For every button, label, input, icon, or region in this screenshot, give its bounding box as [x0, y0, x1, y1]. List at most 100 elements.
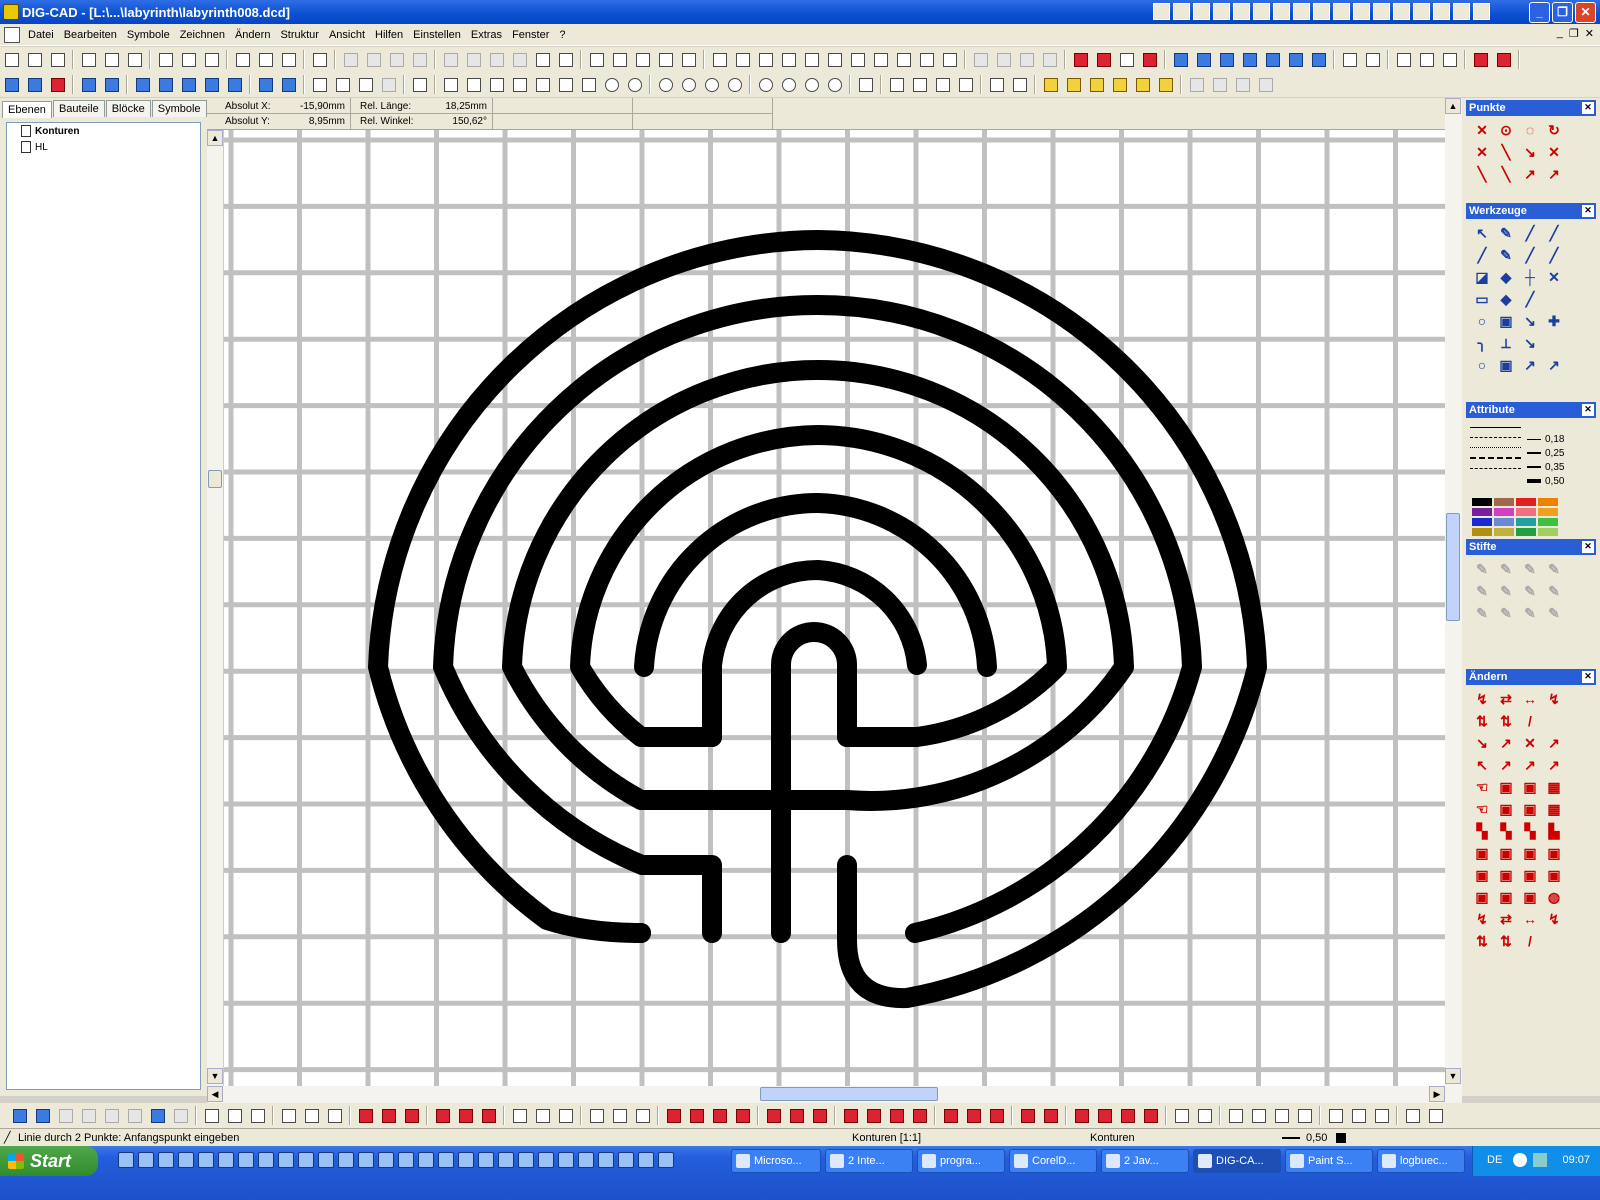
toolbar-tool-icon[interactable] — [178, 49, 199, 70]
linewidth-option[interactable]: 0,18 — [1521, 432, 1564, 446]
menu-einstellen[interactable]: Einstellen — [408, 29, 466, 41]
toolbar-tool-icon[interactable] — [824, 49, 845, 70]
menu-datei[interactable]: Datei — [23, 29, 59, 41]
toolbar-tool-icon[interactable] — [278, 1105, 299, 1126]
tool-icon[interactable]: ↗ — [1496, 733, 1516, 753]
app-icon[interactable] — [538, 1152, 554, 1168]
toolbar-tool-icon[interactable] — [455, 1105, 476, 1126]
toolbar-tool-icon[interactable] — [786, 1105, 807, 1126]
toolbar-tool-icon[interactable] — [1132, 74, 1153, 95]
tool-icon[interactable]: ╱ — [1544, 223, 1564, 243]
tool-icon[interactable]: ◌ — [1520, 120, 1540, 140]
toolbar-tool-icon[interactable] — [840, 1105, 861, 1126]
toolbar-tool-icon[interactable] — [1493, 49, 1514, 70]
tool-icon[interactable]: ↯ — [1544, 909, 1564, 929]
toolbar-tool-icon[interactable] — [986, 74, 1007, 95]
app-icon[interactable] — [298, 1152, 314, 1168]
tool-icon[interactable]: ⇄ — [1496, 909, 1516, 929]
toolbar-tool-icon[interactable] — [509, 74, 530, 95]
tool-icon[interactable]: ↗ — [1544, 755, 1564, 775]
toolbar-tool-icon[interactable] — [1325, 1105, 1346, 1126]
tool-icon[interactable]: ╲ — [1496, 164, 1516, 184]
tool-icon[interactable]: ╱ — [1472, 245, 1492, 265]
toolbar-tool-icon[interactable] — [386, 49, 407, 70]
toolbar-tool-icon[interactable] — [132, 74, 153, 95]
toolbar-tool-icon[interactable] — [1439, 49, 1460, 70]
scroll-thumb[interactable] — [1446, 513, 1460, 621]
toolbar-tool-icon[interactable] — [1140, 1105, 1161, 1126]
toolbar-tool-icon[interactable] — [147, 1105, 168, 1126]
menu-aendern[interactable]: Ändern — [230, 29, 275, 41]
tool-icon[interactable]: ○ — [1472, 355, 1492, 375]
tool-icon[interactable]: ⇅ — [1472, 931, 1492, 951]
tool-icon[interactable]: ▣ — [1520, 843, 1540, 863]
color-swatch[interactable] — [1538, 508, 1558, 516]
toolbar-tool-icon[interactable] — [586, 1105, 607, 1126]
quick-icon[interactable] — [1333, 3, 1350, 20]
toolbar-tool-icon[interactable] — [863, 1105, 884, 1126]
tool-icon[interactable]: ⇅ — [1496, 931, 1516, 951]
mdi-minimize-button[interactable]: _ — [1557, 27, 1563, 40]
toolbar-tool-icon[interactable] — [609, 1105, 630, 1126]
tool-icon[interactable]: ○ — [1472, 311, 1492, 331]
tool-icon[interactable]: ☜ — [1472, 777, 1492, 797]
menu-hilfen[interactable]: Hilfen — [370, 29, 408, 41]
toolbar-tool-icon[interactable] — [632, 49, 653, 70]
language-indicator[interactable]: DE — [1487, 1154, 1502, 1166]
toolbar-tool-icon[interactable] — [916, 49, 937, 70]
quick-icon[interactable] — [1253, 3, 1270, 20]
app-icon[interactable] — [178, 1152, 194, 1168]
tool-icon[interactable]: ↯ — [1472, 909, 1492, 929]
tool-icon[interactable]: ◍ — [1544, 887, 1564, 907]
tool-icon[interactable]: ▙ — [1544, 821, 1564, 841]
tab-symbole[interactable]: Symbole — [151, 100, 207, 117]
app-icon[interactable] — [218, 1152, 234, 1168]
quick-icon[interactable] — [1273, 3, 1290, 20]
toolbar-tool-icon[interactable] — [1017, 1105, 1038, 1126]
toolbar-tool-icon[interactable] — [1071, 1105, 1092, 1126]
tool-icon[interactable]: ✎ — [1472, 581, 1492, 601]
toolbar-tool-icon[interactable] — [1248, 1105, 1269, 1126]
toolbar-tool-icon[interactable] — [1425, 1105, 1446, 1126]
toolbar-tool-icon[interactable] — [778, 74, 799, 95]
app-icon[interactable] — [558, 1152, 574, 1168]
toolbar-tool-icon[interactable] — [1117, 1105, 1138, 1126]
toolbar-tool-icon[interactable] — [255, 49, 276, 70]
toolbar-tool-icon[interactable] — [170, 1105, 191, 1126]
tool-icon[interactable]: ▣ — [1496, 311, 1516, 331]
toolbar-tool-icon[interactable] — [1063, 74, 1084, 95]
layer-item-konturen[interactable]: Konturen — [7, 123, 200, 139]
toolbar-tool-icon[interactable] — [355, 1105, 376, 1126]
tool-icon[interactable]: ✎ — [1472, 559, 1492, 579]
toolbar-tool-icon[interactable] — [378, 1105, 399, 1126]
color-swatch[interactable] — [1516, 508, 1536, 516]
toolbar-tool-icon[interactable] — [801, 49, 822, 70]
tool-icon[interactable]: ↖ — [1472, 755, 1492, 775]
quick-icon[interactable] — [1233, 3, 1250, 20]
tab-bloecke[interactable]: Blöcke — [105, 100, 151, 117]
toolbar-tool-icon[interactable] — [1040, 1105, 1061, 1126]
menu-zeichnen[interactable]: Zeichnen — [175, 29, 230, 41]
toolbar-tool-icon[interactable] — [686, 1105, 707, 1126]
tool-icon[interactable]: ✕ — [1472, 120, 1492, 140]
drawing-canvas[interactable] — [207, 130, 1445, 1086]
color-swatch[interactable] — [1516, 528, 1536, 536]
taskbar-item[interactable]: CorelD... — [1009, 1149, 1097, 1173]
tool-icon[interactable]: ▣ — [1520, 865, 1540, 885]
tool-icon[interactable]: ✕ — [1472, 142, 1492, 162]
toolbar-tool-icon[interactable] — [340, 49, 361, 70]
toolbar-tool-icon[interactable] — [1009, 74, 1030, 95]
toolbar-tool-icon[interactable] — [870, 49, 891, 70]
app-icon[interactable] — [238, 1152, 254, 1168]
tool-icon[interactable]: ↗ — [1520, 355, 1540, 375]
menu-extras[interactable]: Extras — [466, 29, 507, 41]
tool-icon[interactable]: ✎ — [1472, 603, 1492, 623]
quick-icon[interactable] — [1173, 3, 1190, 20]
quick-icon[interactable] — [1393, 3, 1410, 20]
taskbar-item[interactable]: progra... — [917, 1149, 1005, 1173]
toolbar-tool-icon[interactable] — [1139, 49, 1160, 70]
color-swatch[interactable] — [1494, 508, 1514, 516]
toolbar-tool-icon[interactable] — [1339, 49, 1360, 70]
color-swatch[interactable] — [1538, 518, 1558, 526]
app-icon[interactable] — [438, 1152, 454, 1168]
